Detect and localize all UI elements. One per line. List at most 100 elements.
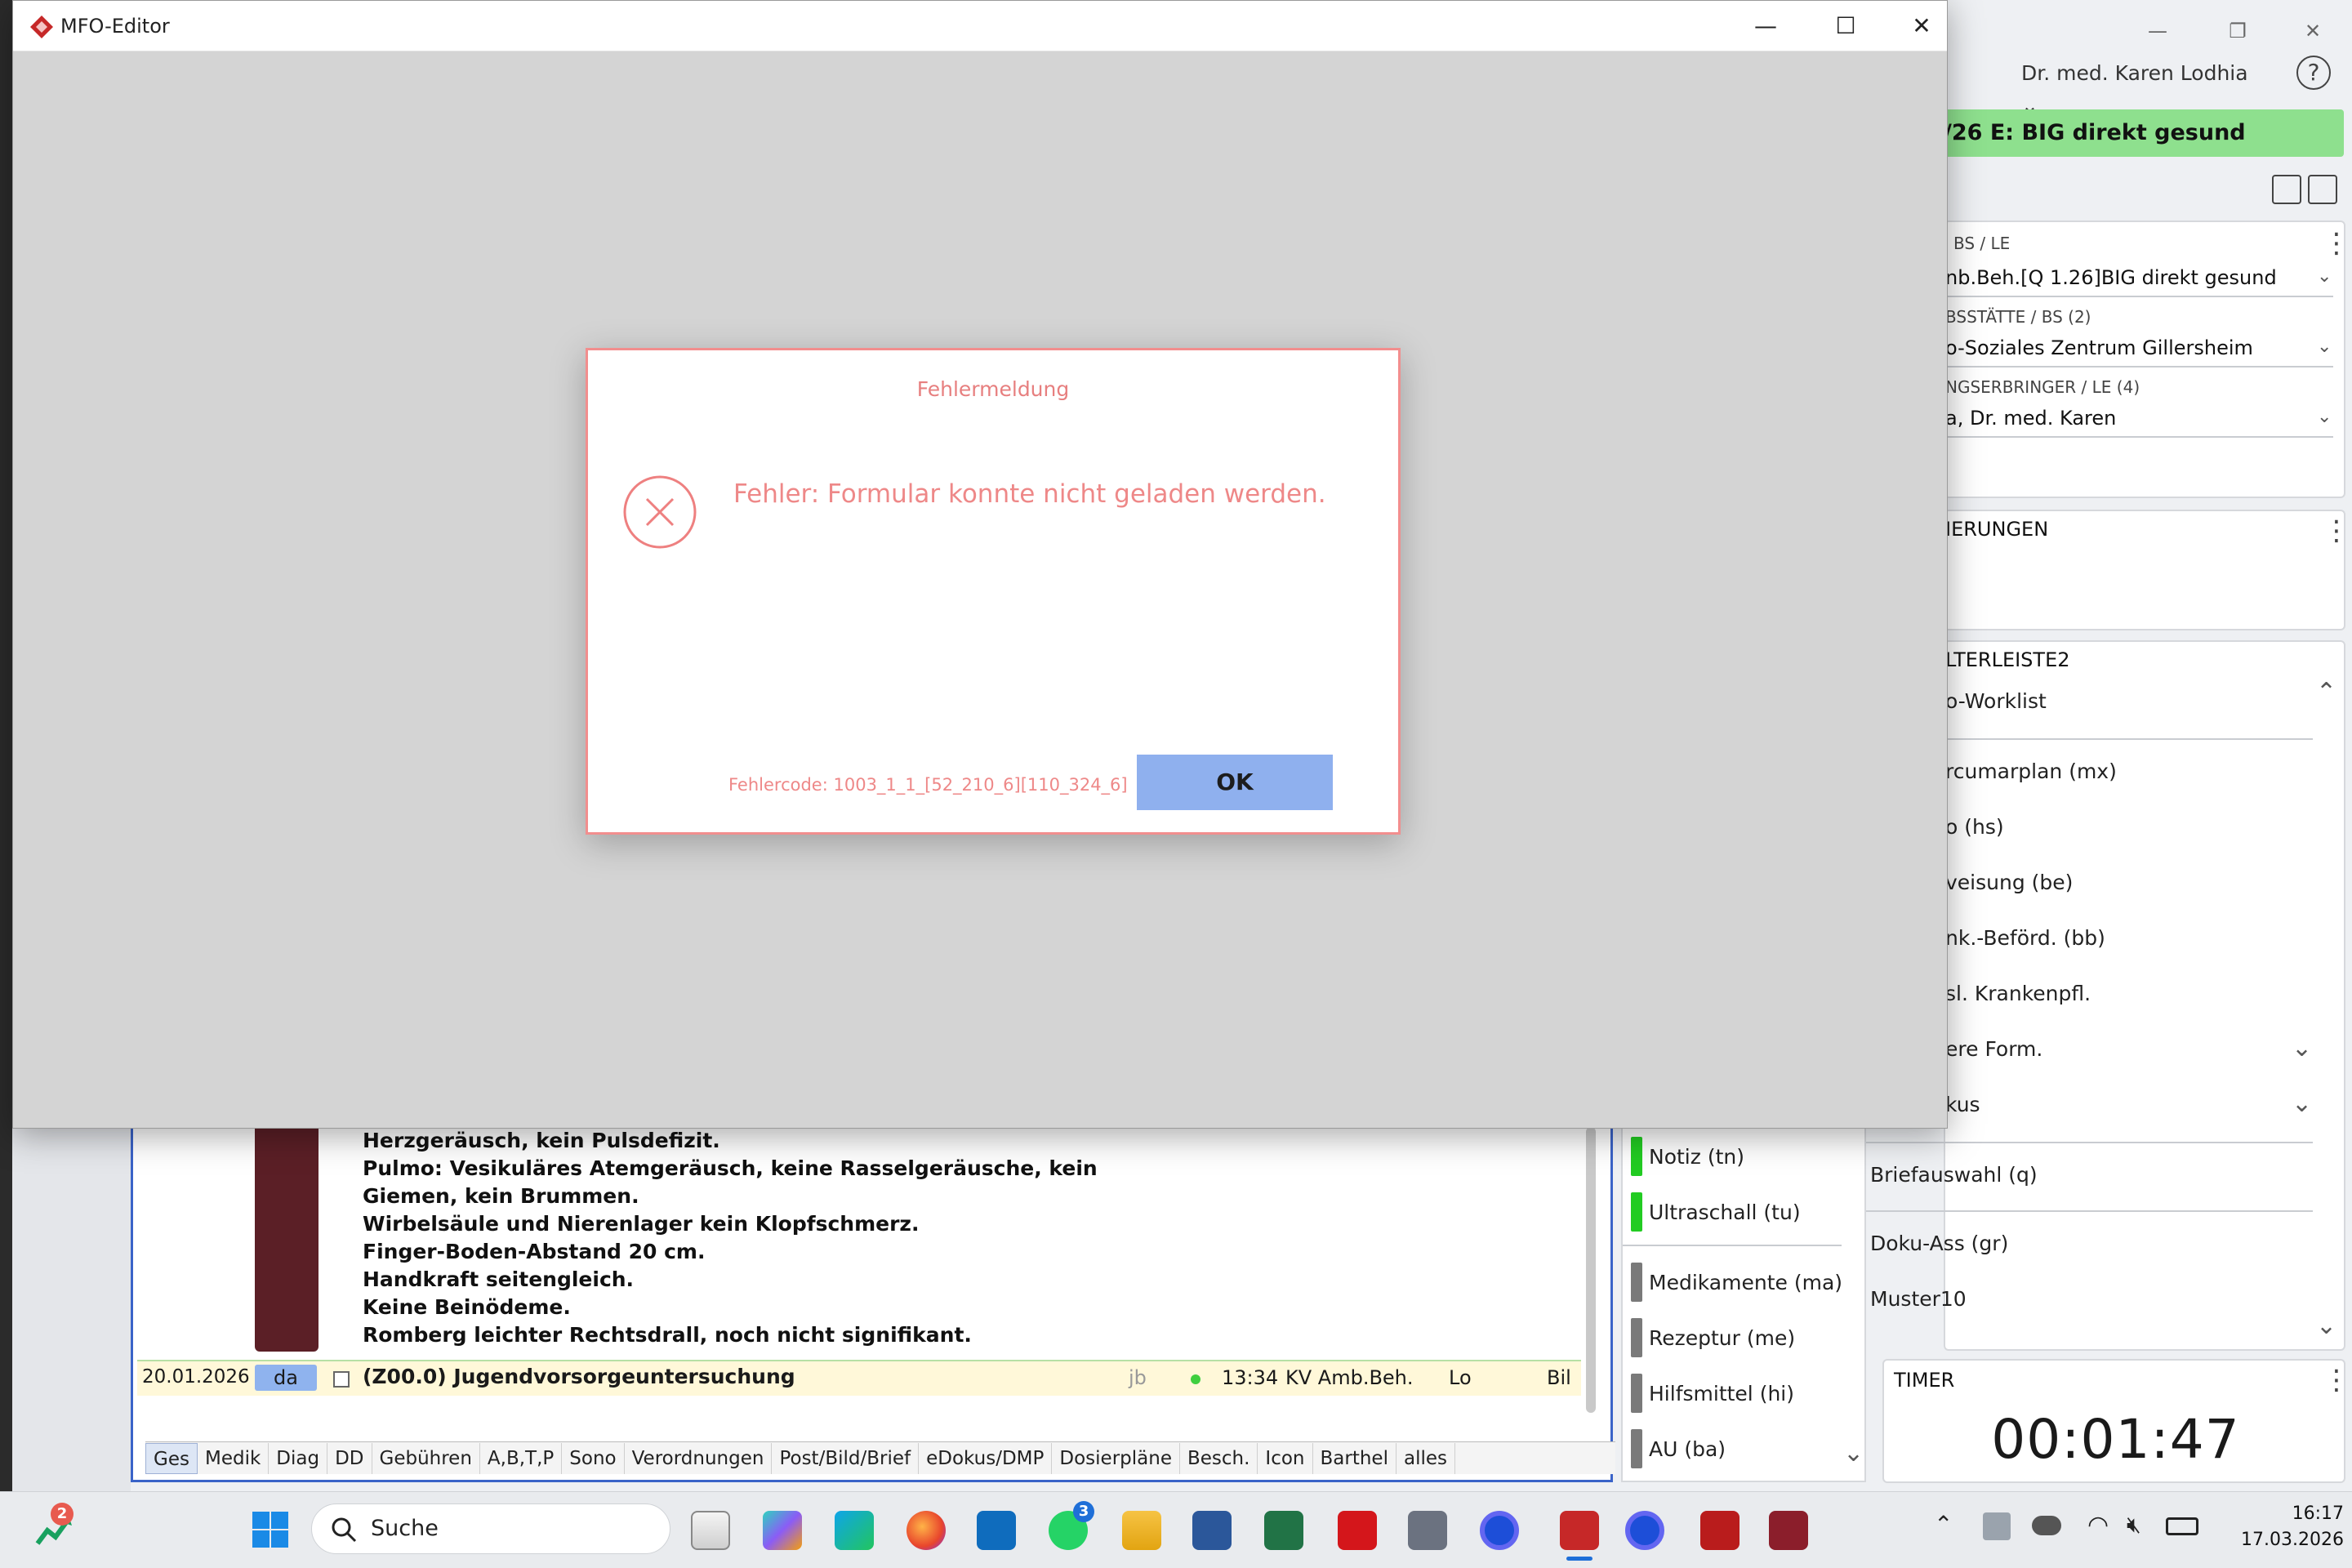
chevron-down-icon[interactable]: ⌄ bbox=[2317, 407, 2332, 427]
kebab-menu-icon[interactable]: ⋮ bbox=[2323, 1366, 2350, 1394]
list-item[interactable]: nk.-Beförd. (bb) bbox=[1945, 926, 2105, 950]
acrobat-icon[interactable] bbox=[1338, 1511, 1377, 1550]
dialog-title: Fehlermeldung bbox=[916, 377, 1070, 401]
tab-diag[interactable]: Diag bbox=[269, 1442, 328, 1474]
list-item[interactable]: kus bbox=[1945, 1093, 1980, 1116]
list-item[interactable]: o (hs) bbox=[1945, 815, 2004, 839]
outlook-icon[interactable] bbox=[977, 1511, 1016, 1550]
bg-close-button[interactable]: ✕ bbox=[2296, 15, 2329, 47]
list-item[interactable]: Ultraschall (tu) bbox=[1649, 1200, 1801, 1224]
table-row[interactable]: 20.01.2026 da (Z00.0) Jugendvorsorgeunte… bbox=[137, 1360, 1581, 1396]
system-clock[interactable]: 16:17 17.03.2026 bbox=[2230, 1501, 2344, 1553]
timer-panel: TIMER ⋮ 00:01:47 bbox=[1882, 1359, 2350, 1483]
close-button[interactable]: ✕ bbox=[1902, 9, 1941, 43]
tab-dosierplaene[interactable]: Dosierpläne bbox=[1052, 1442, 1180, 1474]
bg-minimize-button[interactable]: — bbox=[2141, 15, 2174, 47]
tab-abtp[interactable]: A,B,T,P bbox=[480, 1442, 563, 1474]
cloud-icon[interactable] bbox=[2032, 1516, 2061, 1535]
ok-button[interactable]: OK bbox=[1137, 755, 1333, 810]
list-item[interactable]: veisung (be) bbox=[1945, 871, 2073, 894]
record-line: Keine Beinödeme. bbox=[363, 1295, 571, 1319]
camera-icon[interactable] bbox=[1408, 1511, 1447, 1550]
m365-copilot-icon[interactable] bbox=[763, 1511, 802, 1550]
list-item[interactable]: ere Form. bbox=[1945, 1037, 2042, 1061]
file-explorer-icon[interactable] bbox=[1122, 1511, 1161, 1550]
tab-dd[interactable]: DD bbox=[327, 1442, 372, 1474]
list-item[interactable]: o-Worklist bbox=[1945, 689, 2047, 713]
patient-app-icon[interactable] bbox=[1700, 1511, 1740, 1550]
color-swatch bbox=[1631, 1137, 1642, 1176]
record-scrollbar[interactable] bbox=[1586, 1127, 1596, 1413]
battery-icon[interactable] bbox=[2166, 1517, 2198, 1535]
maximize-button[interactable]: ☐ bbox=[1826, 9, 1865, 43]
start-button[interactable] bbox=[252, 1511, 289, 1548]
tab-medik[interactable]: Medik bbox=[198, 1442, 270, 1474]
record-line: Romberg leichter Rechtsdrall, noch nicht… bbox=[363, 1323, 972, 1347]
list-item[interactable]: rcumarplan (mx) bbox=[1945, 760, 2117, 783]
user-menu[interactable]: Dr. med. Karen Lodhia ⌄ bbox=[2021, 57, 2266, 118]
list-item[interactable]: Muster10 bbox=[1870, 1287, 1967, 1311]
store-preview-icon[interactable] bbox=[835, 1511, 874, 1550]
wifi-icon[interactable]: ◠ bbox=[2087, 1511, 2109, 1539]
chevron-down-icon[interactable]: ⌄ bbox=[2292, 1034, 2312, 1062]
firefox-icon[interactable] bbox=[906, 1511, 946, 1550]
excel-icon[interactable] bbox=[1264, 1511, 1303, 1550]
ierungen-label: IERUNGEN bbox=[1945, 518, 2049, 541]
monitor-settings-icon[interactable] bbox=[2272, 175, 2301, 204]
entry-checkbox[interactable] bbox=[333, 1371, 350, 1388]
chevron-down-icon[interactable]: ⌄ bbox=[2317, 336, 2332, 357]
tab-alles[interactable]: alles bbox=[1396, 1442, 1455, 1474]
list-item[interactable]: Rezeptur (me) bbox=[1649, 1326, 1795, 1350]
divider bbox=[1945, 296, 2333, 297]
tab-gebuehren[interactable]: Gebühren bbox=[372, 1442, 480, 1474]
bg-restore-button[interactable]: ❐ bbox=[2221, 15, 2254, 47]
tab-besch[interactable]: Besch. bbox=[1180, 1442, 1258, 1474]
list-item[interactable]: Hilfsmittel (hi) bbox=[1649, 1382, 1794, 1405]
chevron-down-icon[interactable]: ⌄ bbox=[2316, 1312, 2336, 1340]
chevron-up-icon[interactable]: ⌃ bbox=[1934, 1511, 1953, 1538]
help-icon[interactable]: ? bbox=[2296, 56, 2331, 90]
medical-app-icon[interactable] bbox=[1560, 1511, 1599, 1550]
chevron-down-icon[interactable]: ⌄ bbox=[2292, 1089, 2312, 1118]
tab-icon[interactable]: Icon bbox=[1258, 1442, 1313, 1474]
speaker-muted-icon[interactable]: 🔇︎ bbox=[2127, 1511, 2141, 1539]
minimize-button[interactable]: — bbox=[1746, 9, 1785, 43]
list-item[interactable]: Notiz (tn) bbox=[1649, 1145, 1744, 1169]
mfo-editor-window: MFO-Editor — ☐ ✕ Fehlermeldung Fehler: F… bbox=[12, 0, 1948, 1129]
tab-sono[interactable]: Sono bbox=[562, 1442, 625, 1474]
bs-select[interactable]: o-Soziales Zentrum Gillersheim bbox=[1945, 336, 2253, 359]
divider bbox=[1849, 1210, 2313, 1212]
color-swatch bbox=[1631, 1192, 1642, 1232]
window-title: MFO-Editor bbox=[60, 15, 170, 38]
list-item[interactable]: Briefauswahl (q) bbox=[1870, 1163, 2038, 1187]
chevron-down-icon[interactable]: ⌄ bbox=[1843, 1439, 1864, 1468]
record-line: Giemen, kein Brummen. bbox=[363, 1184, 639, 1208]
list-item[interactable]: Medikamente (ma) bbox=[1649, 1271, 1842, 1294]
list-item[interactable]: Doku-Ass (gr) bbox=[1870, 1232, 2008, 1255]
signal-icon[interactable] bbox=[1480, 1511, 1519, 1550]
le-label: NGSERBRINGER / LE (4) bbox=[1945, 377, 2140, 397]
tab-ges[interactable]: Ges bbox=[145, 1442, 198, 1474]
list-item[interactable]: sl. Krankenpfl. bbox=[1945, 982, 2091, 1005]
entry-lo: Lo bbox=[1449, 1366, 1472, 1389]
tab-post-bild-brief[interactable]: Post/Bild/Brief bbox=[772, 1442, 920, 1474]
le-select[interactable]: a, Dr. med. Karen bbox=[1945, 407, 2116, 430]
entry-date: 20.01.2026 bbox=[142, 1366, 250, 1388]
tab-edokus-dmp[interactable]: eDokus/DMP bbox=[919, 1442, 1053, 1474]
kebab-menu-icon[interactable]: ⋮ bbox=[2323, 229, 2350, 257]
leiste-panel: LTERLEISTE2 ⌃ o-Worklist rcumarplan (mx)… bbox=[1849, 640, 2345, 1351]
tab-barthel[interactable]: Barthel bbox=[1313, 1442, 1396, 1474]
bs-le-select[interactable]: nb.Beh.[Q 1.26]BIG direkt gesund bbox=[1945, 266, 2277, 289]
search-input[interactable]: Suche bbox=[311, 1503, 670, 1554]
house-app-icon[interactable] bbox=[1769, 1511, 1808, 1550]
tab-verordnungen[interactable]: Verordnungen bbox=[625, 1442, 773, 1474]
chat-app-icon[interactable] bbox=[1625, 1511, 1664, 1550]
task-view-icon[interactable] bbox=[691, 1511, 730, 1550]
chevron-up-icon[interactable]: ⌃ bbox=[2316, 678, 2336, 706]
chevron-down-icon[interactable]: ⌄ bbox=[2317, 266, 2332, 287]
monitor-gear-icon[interactable] bbox=[2308, 175, 2337, 204]
kebab-menu-icon[interactable]: ⋮ bbox=[2323, 517, 2350, 545]
tray-app-icon[interactable] bbox=[1983, 1512, 2011, 1540]
word-icon[interactable] bbox=[1192, 1511, 1232, 1550]
list-item[interactable]: AU (ba) bbox=[1649, 1437, 1726, 1461]
